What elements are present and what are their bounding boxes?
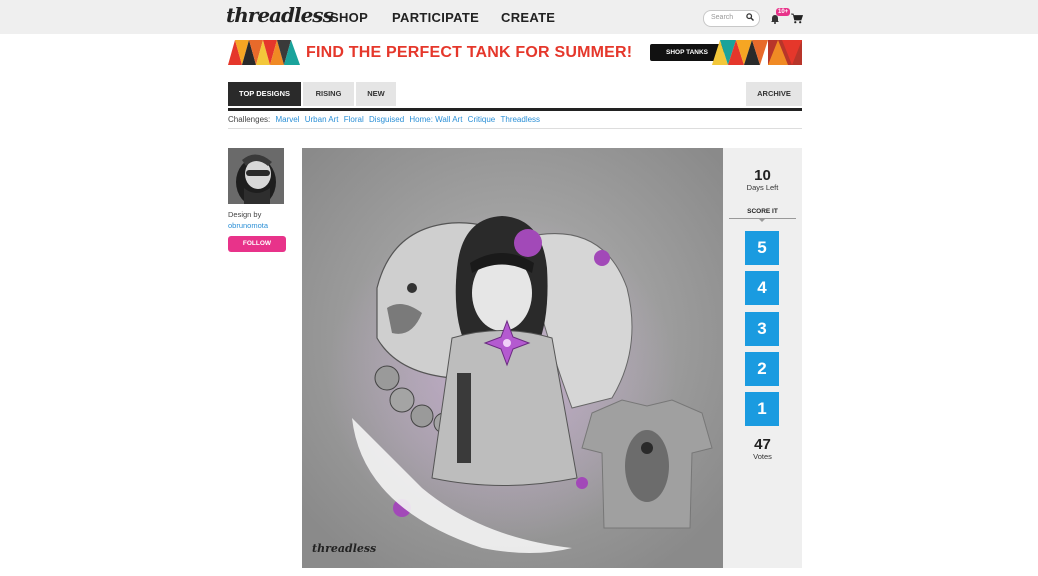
threadless-logo[interactable]: threadless [226, 3, 334, 27]
designer-avatar[interactable] [228, 148, 284, 204]
promo-banner[interactable]: FIND THE PERFECT TANK FOR SUMMER! SHOP T… [228, 40, 802, 65]
challenge-link-threadless[interactable]: Threadless [500, 115, 540, 124]
score-button-2[interactable]: 2 [745, 352, 779, 386]
votes-label: Votes [753, 452, 772, 461]
search-icon[interactable] [746, 13, 754, 23]
challenge-link-critique[interactable]: Critique [468, 115, 496, 124]
score-button-1[interactable]: 1 [745, 392, 779, 426]
challenge-link-disguised[interactable]: Disguised [369, 115, 404, 124]
follow-button[interactable]: FOLLOW [228, 236, 286, 252]
score-button-3[interactable]: 3 [745, 312, 779, 346]
score-it-label: SCORE IT [747, 208, 778, 215]
days-left-value: 10 [754, 167, 771, 184]
notification-badge: 10+ [776, 8, 791, 16]
banner-headline: FIND THE PERFECT TANK FOR SUMMER! [306, 44, 633, 61]
nav-participate[interactable]: PARTICIPATE [392, 10, 479, 25]
votes-value: 47 [754, 436, 771, 453]
challenges-bar: Challenges: Marvel Urban Art Floral Disg… [228, 115, 540, 124]
design-artwork[interactable]: threadless [302, 148, 723, 568]
score-button-4[interactable]: 4 [745, 271, 779, 305]
challenge-link-marvel[interactable]: Marvel [275, 115, 299, 124]
search-input[interactable]: Search [703, 10, 760, 27]
banner-pattern-right [712, 40, 802, 65]
tab-top-designs[interactable]: TOP DESIGNS [228, 82, 301, 106]
score-pointer-icon [759, 219, 765, 222]
gallery-tabs: TOP DESIGNS RISING NEW ARCHIVE [228, 82, 802, 111]
artwork-watermark: threadless [312, 542, 377, 555]
nav-create[interactable]: CREATE [501, 10, 555, 25]
tab-rising[interactable]: RISING [303, 82, 354, 106]
tab-archive[interactable]: ARCHIVE [746, 82, 802, 106]
challenge-link-home-wall-art[interactable]: Home: Wall Art [409, 115, 462, 124]
challenge-link-urban-art[interactable]: Urban Art [305, 115, 339, 124]
banner-pattern-left [228, 40, 300, 65]
challenges-label: Challenges: [228, 115, 271, 124]
designer-username-link[interactable]: obrunomota [228, 221, 268, 230]
design-by-label: Design by [228, 210, 262, 219]
nav-shop[interactable]: SHOP [330, 10, 368, 25]
challenge-link-floral[interactable]: Floral [344, 115, 364, 124]
cart-icon[interactable] [791, 11, 804, 29]
tab-new[interactable]: NEW [356, 82, 396, 106]
score-button-5[interactable]: 5 [745, 231, 779, 265]
artwork-illustration [302, 148, 723, 568]
days-left-label: Days Left [746, 183, 779, 192]
divider [228, 128, 802, 129]
search-placeholder: Search [711, 14, 734, 21]
